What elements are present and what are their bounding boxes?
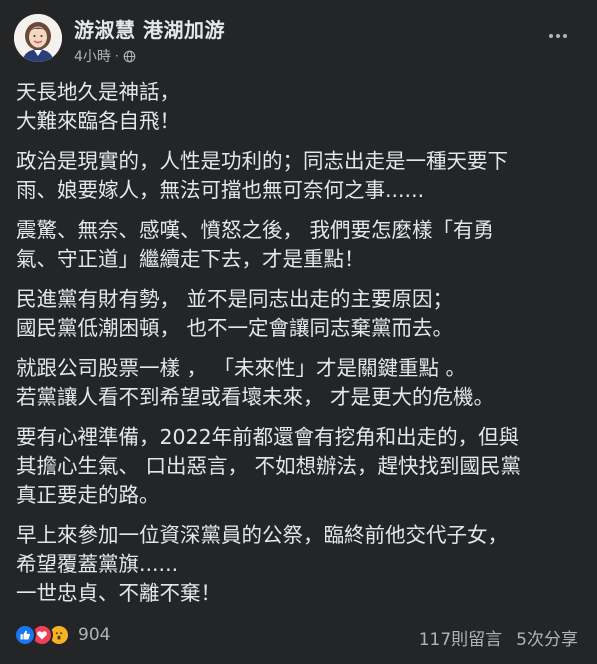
text-line: 國民黨低潮困頓， 也不一定會讓同志棄黨而去。 <box>16 316 454 340</box>
paragraph: 政治是現實的，人性是功利的；同志出走是一種天要下 雨、娘要嫁人，無法可擋也無可奈… <box>16 147 581 205</box>
comments-count[interactable]: 117則留言 <box>419 625 502 650</box>
text-line: 要有心裡準備，2022年前都還會有挖角和出走的，但與 <box>16 425 520 449</box>
post-content: 天長地久是神話， 大難來臨各自飛！ 政治是現實的，人性是功利的；同志出走是一種天… <box>16 78 581 619</box>
more-options-icon[interactable] <box>544 22 572 50</box>
text-line: 民進黨有財有勢， 並不是同志出走的主要原因； <box>16 287 454 311</box>
avatar-image <box>14 14 62 62</box>
paragraph: 天長地久是神話， 大難來臨各自飛！ <box>16 78 581 136</box>
text-line: 其擔心生氣、 口出惡言， 不如想辦法，趕快找到國民黨 <box>16 454 522 478</box>
paragraph: 要有心裡準備，2022年前都還會有挖角和出走的，但與 其擔心生氣、 口出惡言， … <box>16 423 581 510</box>
paragraph: 民進黨有財有勢， 並不是同志出走的主要原因； 國民黨低潮困頓， 也不一定會讓同志… <box>16 285 581 343</box>
text-line: 一世忠貞、不離不棄！ <box>16 581 221 605</box>
reactions-summary[interactable]: 904 <box>14 624 110 646</box>
globe-icon[interactable] <box>123 50 136 63</box>
text-line: 震驚、無奈、感嘆、憤怒之後， 我們要怎麼樣「有勇 <box>16 218 495 242</box>
text-line: 天長地久是神話， <box>16 80 180 104</box>
text-line: 氣、守正道」繼續走下去，才是重點！ <box>16 247 365 271</box>
author-name[interactable]: 游淑慧 港湖加游 <box>74 14 225 43</box>
text-line: 真正要走的路。 <box>16 483 160 507</box>
paragraph: 早上來參加一位資深黨員的公祭，臨終前他交代子女， 希望覆蓋黨旗...... 一世… <box>16 521 581 608</box>
post-header: 游淑慧 港湖加游 4小時 · <box>14 12 586 65</box>
like-icon <box>14 624 36 646</box>
shares-count[interactable]: 5次分享 <box>516 625 578 650</box>
post-time[interactable]: 4小時 <box>74 46 111 66</box>
facebook-post: 游淑慧 港湖加游 4小時 · 天長地久是神話， 大難來臨各自飛！ 政治是現實的，… <box>0 0 597 664</box>
meta-separator: · <box>114 49 119 63</box>
post-meta: 4小時 · <box>74 46 136 66</box>
text-line: 政治是現實的，人性是功利的；同志出走是一種天要下 <box>16 149 508 173</box>
post-footer: 904 117則留言 5次分享 <box>14 624 582 656</box>
author-avatar[interactable] <box>14 14 62 62</box>
paragraph: 就跟公司股票一樣 ， 「未來性」才是關鍵重點 。 若黨讓人看不到希望或看壞未來，… <box>16 354 581 412</box>
text-line: 雨、娘要嫁人，無法可擋也無可奈何之事...... <box>16 178 425 202</box>
text-line: 大難來臨各自飛！ <box>16 109 180 133</box>
text-line: 早上來參加一位資深黨員的公祭，臨終前他交代子女， <box>16 523 508 547</box>
text-line: 就跟公司股票一樣 ， 「未來性」才是關鍵重點 。 <box>16 356 467 380</box>
text-line: 若黨讓人看不到希望或看壞未來， 才是更大的危機。 <box>16 385 495 409</box>
paragraph: 震驚、無奈、感嘆、憤怒之後， 我們要怎麼樣「有勇 氣、守正道」繼續走下去，才是重… <box>16 216 581 274</box>
reaction-count: 904 <box>78 625 111 645</box>
post-stats: 117則留言 5次分享 <box>419 625 578 650</box>
text-line: 希望覆蓋黨旗...... <box>16 552 179 576</box>
